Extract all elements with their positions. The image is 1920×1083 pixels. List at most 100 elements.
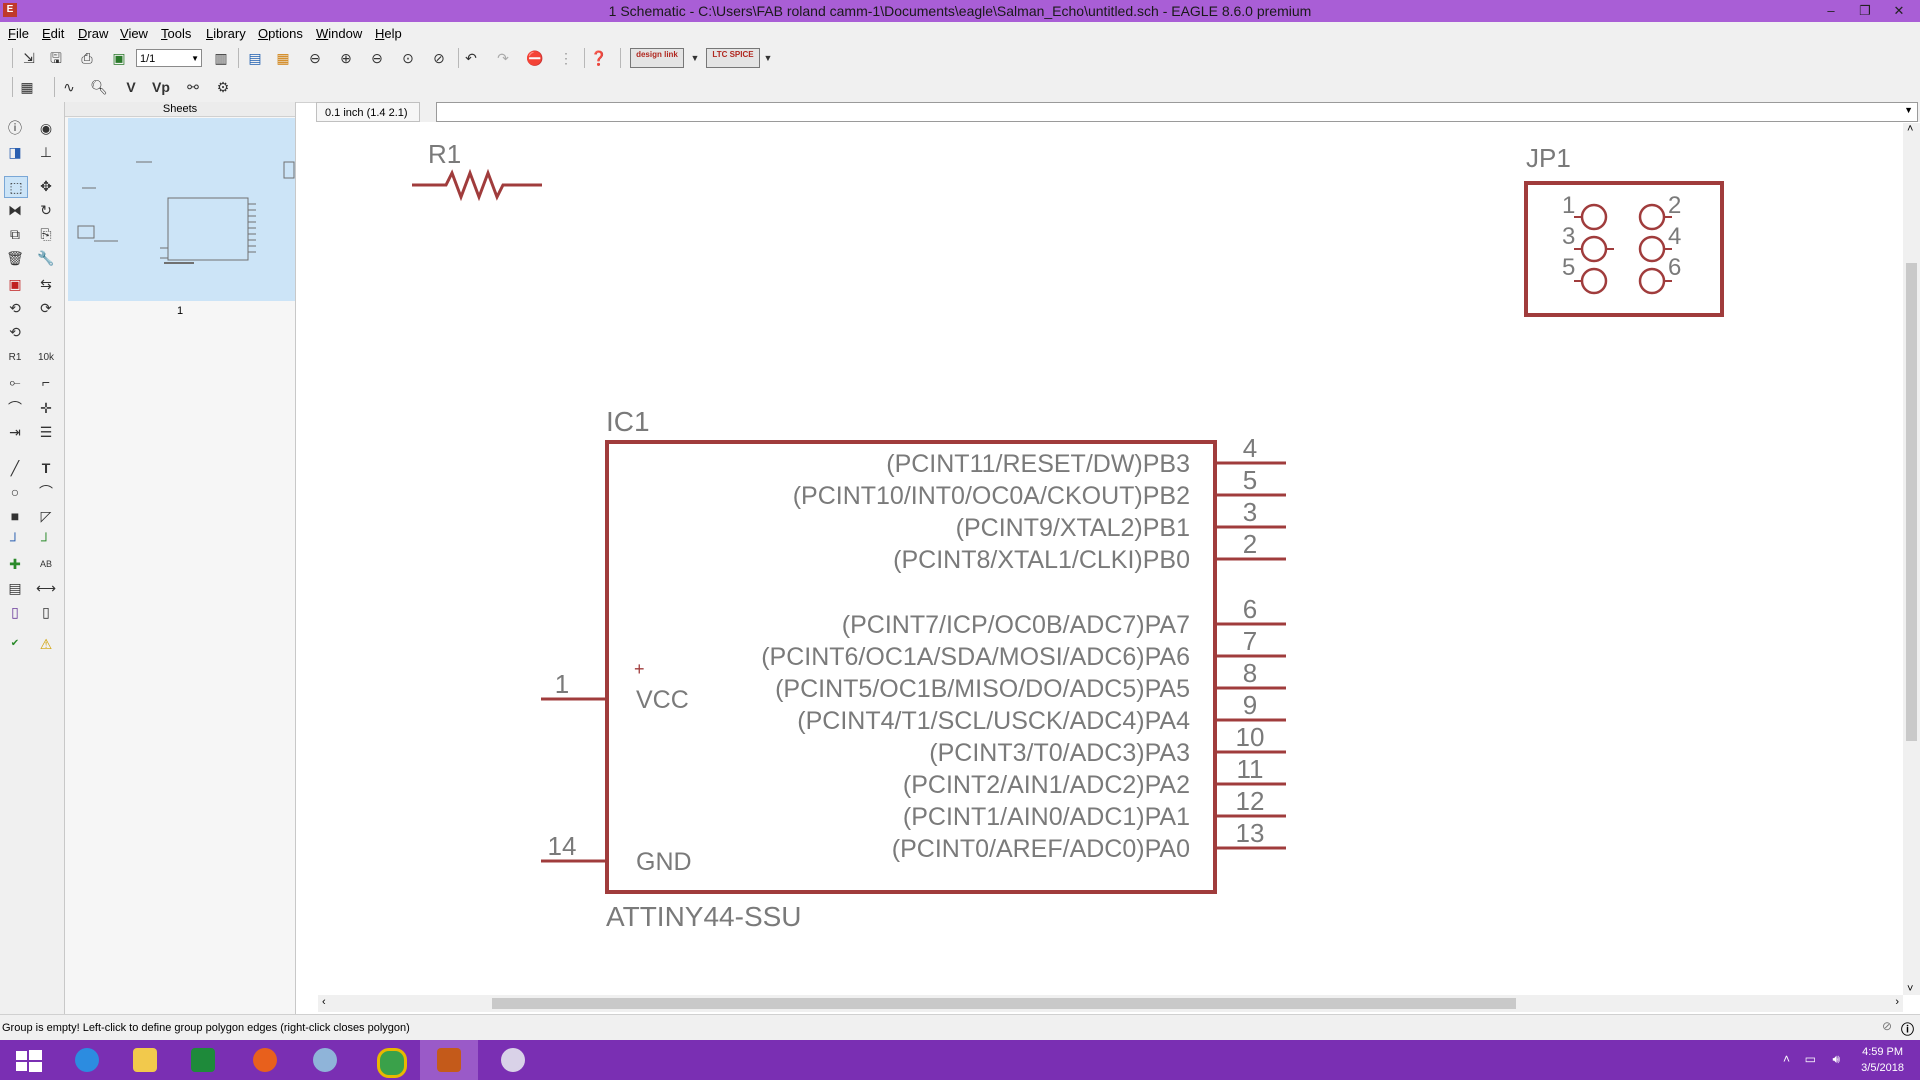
gear-icon[interactable]: ⚙ — [212, 76, 234, 98]
minimize-button[interactable]: – — [1814, 0, 1848, 22]
vertical-scroll-thumb[interactable] — [1906, 263, 1917, 741]
erc-icon[interactable]: ✔ — [4, 634, 26, 654]
mark-icon[interactable]: ⊥ — [35, 142, 57, 162]
move-icon[interactable]: ✥ — [35, 176, 57, 196]
start-button[interactable] — [0, 1040, 58, 1080]
net-tool-icon[interactable]: ┘ — [35, 530, 57, 550]
arc-icon[interactable]: ⌒ — [35, 482, 57, 502]
design-link-button[interactable]: design link — [630, 48, 684, 68]
chevron-down-icon[interactable]: ▼ — [757, 47, 779, 69]
bus-icon[interactable]: ┘ — [4, 530, 26, 550]
text-icon[interactable]: T — [35, 458, 57, 478]
align-icon[interactable]: ☰ — [35, 422, 57, 442]
value-p-icon[interactable]: Vp — [150, 76, 172, 98]
optimize-icon[interactable]: ✛ — [35, 398, 57, 418]
wrench-icon[interactable]: 🔧 — [35, 248, 57, 268]
taskbar-file-explorer[interactable] — [116, 1040, 174, 1080]
split-icon[interactable]: ⌒ — [4, 398, 26, 418]
attribute-tool-icon[interactable]: ▤ — [4, 578, 26, 598]
chevron-right-icon[interactable]: › — [1895, 996, 1899, 1008]
pin-swap-icon[interactable]: ⟲ — [4, 322, 26, 342]
miter-icon[interactable]: ⌐ — [35, 372, 57, 392]
rect-icon[interactable]: ■ — [4, 506, 26, 526]
chevron-up-icon[interactable]: ˄ — [1907, 123, 1913, 135]
invoke-icon[interactable]: ⟲ — [4, 298, 26, 318]
command-input[interactable]: ▼ — [436, 102, 1918, 122]
menu-draw[interactable]: Draw — [78, 26, 108, 41]
board-icon[interactable]: ▥ — [210, 47, 232, 69]
taskbar-paint[interactable] — [484, 1040, 542, 1080]
menu-tools[interactable]: Tools — [161, 26, 191, 41]
sheet-thumbnail[interactable] — [68, 118, 295, 301]
copy-icon[interactable]: ⧉ — [4, 224, 26, 244]
junction-icon[interactable]: ✚ — [4, 554, 26, 574]
cam-processor-icon[interactable]: ▣ — [108, 47, 130, 69]
link-icon[interactable]: ⚯ — [182, 76, 204, 98]
header-jp1[interactable]: JP1 1 2 3 4 5 6 — [1524, 143, 1724, 317]
sheets-scrollbar[interactable] — [281, 312, 295, 1012]
chevron-left-icon[interactable]: ‹ — [322, 996, 326, 1008]
menu-help[interactable]: Help — [375, 26, 402, 41]
sheet-number[interactable]: 1 — [65, 305, 295, 317]
close-button[interactable]: ✕ — [1882, 0, 1916, 22]
paste-icon[interactable]: ⎘ — [35, 224, 57, 244]
smash-icon[interactable]: ⟜ — [4, 372, 26, 392]
script-icon[interactable]: ▤ — [244, 47, 266, 69]
chevron-down-icon[interactable]: ▼ — [684, 47, 706, 69]
taskbar-internet-explorer[interactable] — [58, 1040, 116, 1080]
taskbar-eagle[interactable] — [420, 1040, 478, 1080]
sheet-select[interactable]: 1/1 ▼ — [136, 49, 202, 67]
resistor-r1[interactable]: R1 — [412, 139, 542, 202]
info-status-icon[interactable]: ⓘ — [1901, 1019, 1914, 1038]
label-icon[interactable]: AB — [35, 554, 57, 574]
chevron-up-icon[interactable]: ˄ — [1783, 1052, 1790, 1066]
ltspice-button[interactable]: LTC SPICE — [706, 48, 760, 68]
attribute-icon[interactable]: ⇥ — [4, 422, 26, 442]
vertical-scrollbar[interactable]: ˄ ˅ — [1903, 123, 1920, 995]
net-icon[interactable]: ∿ — [58, 76, 80, 98]
schematic-canvas[interactable]: R1 JP1 1 2 3 4 5 6 IC1 ATTINY44-SSU 4 (P… — [318, 123, 1903, 995]
zoom-fit-icon[interactable]: ⊖ — [304, 47, 326, 69]
dimension-icon[interactable]: ⟷ — [35, 578, 57, 598]
replace-icon[interactable]: ⇆ — [35, 274, 57, 294]
group-icon[interactable]: ⬚ — [4, 176, 28, 198]
menu-file[interactable]: File — [8, 26, 29, 41]
zoom-redraw-icon[interactable]: ⊙ — [397, 47, 419, 69]
warning-icon[interactable]: ⚠ — [35, 634, 57, 654]
menu-library[interactable]: Library — [206, 26, 246, 41]
name-icon[interactable]: R1 — [4, 348, 26, 368]
taskbar-chrome-2[interactable] — [360, 1040, 418, 1080]
layer-icon[interactable]: ◨ — [4, 142, 26, 162]
show-icon[interactable]: 🔍︎ — [88, 76, 110, 98]
taskbar-store[interactable] — [174, 1040, 232, 1080]
horizontal-scrollbar[interactable]: ‹ › — [318, 995, 1903, 1012]
gate-swap-icon[interactable]: ⟳ — [35, 298, 57, 318]
menu-options[interactable]: Options — [258, 26, 303, 41]
module-icon[interactable]: ▯ — [35, 602, 57, 622]
restore-button[interactable]: ❐ — [1848, 0, 1882, 22]
chevron-down-icon[interactable]: ˅ — [1907, 983, 1913, 995]
open-icon[interactable]: ⇲ — [18, 47, 40, 69]
menu-edit[interactable]: Edit — [42, 26, 64, 41]
zoom-area-icon[interactable]: ⊘ — [428, 47, 450, 69]
circle-icon[interactable]: ○ — [4, 482, 26, 502]
frame-icon[interactable]: ▯ — [4, 602, 26, 622]
taskbar-chrome-1[interactable] — [296, 1040, 354, 1080]
save-icon[interactable]: 🖫 — [45, 47, 67, 69]
horizontal-scroll-thumb[interactable] — [492, 998, 1516, 1009]
chevron-down-icon[interactable]: ▼ — [1904, 105, 1913, 115]
add-part-icon[interactable]: ▣ — [4, 274, 26, 294]
zoom-out-icon[interactable]: ⊖ — [366, 47, 388, 69]
zoom-in-icon[interactable]: ⊕ — [335, 47, 357, 69]
value-icon[interactable]: V — [120, 76, 142, 98]
mirror-icon[interactable]: ⧓ — [4, 200, 26, 220]
stop-icon[interactable]: ⛔ — [524, 47, 546, 69]
ulp-icon[interactable]: ▦ — [272, 47, 294, 69]
menu-window[interactable]: Window — [316, 26, 362, 41]
eye-icon[interactable]: ◉ — [35, 118, 57, 138]
taskbar-firefox[interactable] — [236, 1040, 294, 1080]
rotate-icon[interactable]: ↻ — [35, 200, 57, 220]
stop-status-icon[interactable]: ⊘ — [1882, 1019, 1892, 1033]
print-icon[interactable]: ⎙ — [76, 47, 98, 69]
delete-icon[interactable]: 🗑 — [4, 248, 26, 268]
